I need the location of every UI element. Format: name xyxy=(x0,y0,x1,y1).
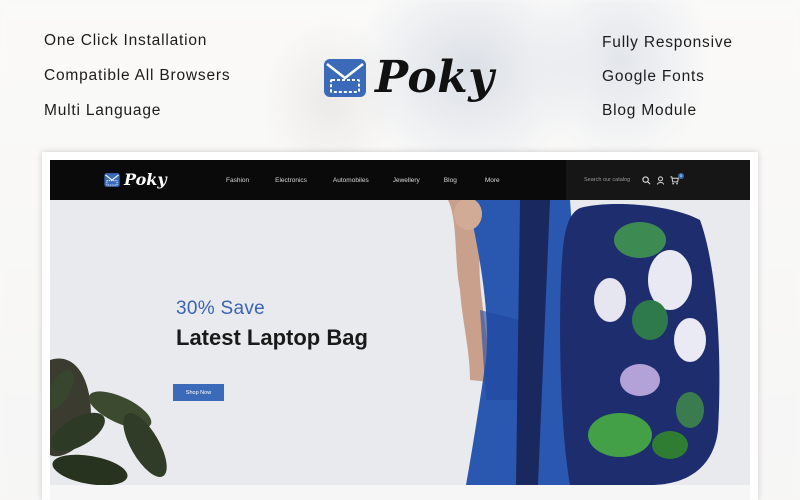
envelope-logo-icon xyxy=(324,58,366,97)
search-icon[interactable] xyxy=(642,176,651,185)
shop-now-button[interactable]: Shop Now xyxy=(173,384,224,401)
brand-logo: Poky xyxy=(323,52,494,103)
nav-item-blog[interactable]: Blog xyxy=(444,177,457,184)
hero-title: Latest Laptop Bag xyxy=(176,325,368,350)
hero-subtitle: 30% Save xyxy=(176,298,266,319)
hero-banner: 30% Save Latest Laptop Bag Shop Now xyxy=(50,200,750,485)
content-strip xyxy=(50,485,750,500)
nav-item-more[interactable]: More xyxy=(485,177,500,184)
nav-item-jewellery[interactable]: Jewellery xyxy=(393,177,420,184)
store-logo[interactable]: Poky xyxy=(104,170,167,189)
feature-blog: Blog Module xyxy=(602,102,697,119)
feature-one-click: One Click Installation xyxy=(44,32,208,49)
main-nav: Fashion Electronics Automobiles Jeweller… xyxy=(226,160,500,200)
nav-item-fashion[interactable]: Fashion xyxy=(226,177,249,184)
envelope-logo-icon xyxy=(104,172,120,187)
store-header: Poky Fashion Electronics Automobiles Jew… xyxy=(50,160,750,200)
feature-language: Multi Language xyxy=(44,102,162,119)
nav-item-electronics[interactable]: Electronics xyxy=(275,177,307,184)
store-logo-text: Poky xyxy=(124,170,167,189)
feature-browsers: Compatible All Browsers xyxy=(44,67,231,84)
search-area: Search our catalog 0 xyxy=(566,160,750,200)
brand-name: Poky xyxy=(375,52,495,103)
hero-backpack-image xyxy=(50,200,720,485)
search-input[interactable]: Search our catalog xyxy=(584,177,630,183)
nav-item-automobiles[interactable]: Automobiles xyxy=(333,177,369,184)
feature-google-fonts: Google Fonts xyxy=(602,68,705,85)
user-icon[interactable] xyxy=(656,176,665,185)
feature-responsive: Fully Responsive xyxy=(602,34,733,51)
cart-count-badge: 0 xyxy=(678,173,684,179)
